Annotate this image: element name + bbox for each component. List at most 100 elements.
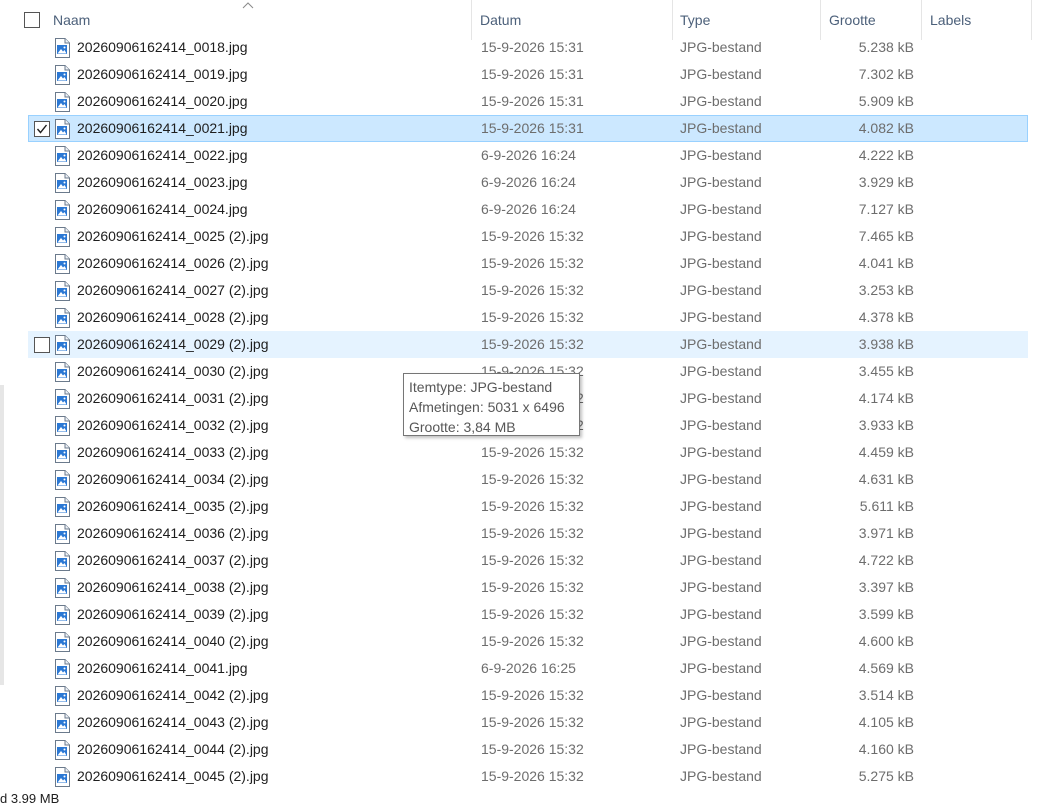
file-name[interactable]: 20260906162414_0028 (2).jpg bbox=[77, 305, 269, 330]
file-size: 3.938 kB bbox=[858, 336, 914, 352]
file-name[interactable]: 20260906162414_0042 (2).jpg bbox=[77, 683, 269, 708]
file-size: 5.275 kB bbox=[858, 768, 914, 784]
file-row[interactable]: 20260906162414_0026 (2).jpg 15-9-2026 15:… bbox=[28, 250, 1028, 277]
file-type: JPG-bestand bbox=[680, 444, 762, 460]
file-row[interactable]: 20260906162414_0045 (2).jpg 15-9-2026 15:… bbox=[28, 763, 1028, 790]
file-name[interactable]: 20260906162414_0045 (2).jpg bbox=[77, 764, 269, 789]
jpg-file-icon bbox=[54, 713, 71, 733]
file-row[interactable]: 20260906162414_0039 (2).jpg 15-9-2026 15:… bbox=[28, 601, 1028, 628]
file-date: 15-9-2026 15:32 bbox=[481, 498, 584, 514]
tooltip-itemtype: Itemtype: JPG-bestand bbox=[409, 379, 553, 395]
file-row[interactable]: 20260906162414_0038 (2).jpg 15-9-2026 15:… bbox=[28, 574, 1028, 601]
file-size: 5.909 kB bbox=[858, 93, 914, 109]
jpg-file-icon bbox=[54, 578, 71, 598]
file-name[interactable]: 20260906162414_0029 (2).jpg bbox=[77, 332, 269, 357]
file-row[interactable]: 20260906162414_0022.jpg 6-9-2026 16:24 JPG… bbox=[28, 142, 1028, 169]
row-checkbox[interactable] bbox=[34, 337, 50, 353]
file-date: 15-9-2026 15:32 bbox=[481, 309, 584, 325]
file-row[interactable]: 20260906162414_0036 (2).jpg 15-9-2026 15:… bbox=[28, 520, 1028, 547]
row-checkbox[interactable] bbox=[34, 121, 50, 137]
file-row[interactable]: 20260906162414_0037 (2).jpg 15-9-2026 15:… bbox=[28, 547, 1028, 574]
file-date: 15-9-2026 15:31 bbox=[481, 93, 584, 109]
file-row[interactable]: 20260906162414_0029 (2).jpg 15-9-2026 15:… bbox=[28, 331, 1028, 358]
file-type: JPG-bestand bbox=[680, 147, 762, 163]
file-date: 15-9-2026 15:32 bbox=[481, 255, 584, 271]
file-type: JPG-bestand bbox=[680, 363, 762, 379]
file-name[interactable]: 20260906162414_0037 (2).jpg bbox=[77, 548, 269, 573]
file-name[interactable]: 20260906162414_0038 (2).jpg bbox=[77, 575, 269, 600]
file-type: JPG-bestand bbox=[680, 498, 762, 514]
file-name[interactable]: 20260906162414_0035 (2).jpg bbox=[77, 494, 269, 519]
file-name[interactable]: 20260906162414_0027 (2).jpg bbox=[77, 278, 269, 303]
file-name[interactable]: 20260906162414_0021.jpg bbox=[77, 116, 248, 141]
file-name[interactable]: 20260906162414_0031 (2).jpg bbox=[77, 386, 269, 411]
file-row[interactable]: 20260906162414_0035 (2).jpg 15-9-2026 15:… bbox=[28, 493, 1028, 520]
jpg-file-icon bbox=[54, 254, 71, 274]
file-row[interactable]: 20260906162414_0043 (2).jpg 15-9-2026 15:… bbox=[28, 709, 1028, 736]
file-name[interactable]: 20260906162414_0039 (2).jpg bbox=[77, 602, 269, 627]
file-name[interactable]: 20260906162414_0018.jpg bbox=[77, 35, 248, 60]
file-type: JPG-bestand bbox=[680, 471, 762, 487]
file-row[interactable]: 20260906162414_0020.jpg 15-9-2026 15:31 JP… bbox=[28, 88, 1028, 115]
file-size: 7.302 kB bbox=[858, 66, 914, 82]
file-row[interactable]: 20260906162414_0019.jpg 15-9-2026 15:31 JP… bbox=[28, 61, 1028, 88]
file-row[interactable]: 20260906162414_0028 (2).jpg 15-9-2026 15:… bbox=[28, 304, 1028, 331]
jpg-file-icon bbox=[54, 740, 71, 760]
file-name[interactable]: 20260906162414_0043 (2).jpg bbox=[77, 710, 269, 735]
file-size: 4.722 kB bbox=[858, 552, 914, 568]
file-size: 4.222 kB bbox=[858, 147, 914, 163]
file-name[interactable]: 20260906162414_0036 (2).jpg bbox=[77, 521, 269, 546]
jpg-file-icon bbox=[54, 470, 71, 490]
file-row[interactable]: 20260906162414_0025 (2).jpg 15-9-2026 15:… bbox=[28, 223, 1028, 250]
file-row[interactable]: 20260906162414_0044 (2).jpg 15-9-2026 15:… bbox=[28, 736, 1028, 763]
file-name[interactable]: 20260906162414_0032 (2).jpg bbox=[77, 413, 269, 438]
file-size: 4.378 kB bbox=[858, 309, 914, 325]
jpg-file-icon bbox=[54, 632, 71, 652]
file-row[interactable]: 20260906162414_0041.jpg 6-9-2026 16:25 JPG… bbox=[28, 655, 1028, 682]
file-row[interactable]: 20260906162414_0040 (2).jpg 15-9-2026 15:… bbox=[28, 628, 1028, 655]
file-name[interactable]: 20260906162414_0026 (2).jpg bbox=[77, 251, 269, 276]
file-row[interactable]: 20260906162414_0024.jpg 6-9-2026 16:24 JPG… bbox=[28, 196, 1028, 223]
file-name[interactable]: 20260906162414_0033 (2).jpg bbox=[77, 440, 269, 465]
file-name[interactable]: 20260906162414_0034 (2).jpg bbox=[77, 467, 269, 492]
jpg-file-icon bbox=[54, 497, 71, 517]
sort-ascending-icon[interactable] bbox=[241, 0, 255, 10]
jpg-file-icon bbox=[54, 281, 71, 301]
file-row[interactable]: 20260906162414_0034 (2).jpg 15-9-2026 15:… bbox=[28, 466, 1028, 493]
file-name[interactable]: 20260906162414_0025 (2).jpg bbox=[77, 224, 269, 249]
jpg-file-icon bbox=[54, 173, 71, 193]
jpg-file-icon bbox=[54, 38, 71, 58]
file-name[interactable]: 20260906162414_0019.jpg bbox=[77, 62, 248, 87]
file-name[interactable]: 20260906162414_0020.jpg bbox=[77, 89, 248, 114]
file-name[interactable]: 20260906162414_0030 (2).jpg bbox=[77, 359, 269, 384]
file-name[interactable]: 20260906162414_0023.jpg bbox=[77, 170, 248, 195]
file-date: 15-9-2026 15:32 bbox=[481, 633, 584, 649]
file-date: 15-9-2026 15:32 bbox=[481, 579, 584, 595]
file-row[interactable]: 20260906162414_0042 (2).jpg 15-9-2026 15:… bbox=[28, 682, 1028, 709]
file-name[interactable]: 20260906162414_0022.jpg bbox=[77, 143, 248, 168]
file-name[interactable]: 20260906162414_0041.jpg bbox=[77, 656, 248, 681]
jpg-file-icon bbox=[54, 119, 71, 139]
jpg-file-icon bbox=[54, 200, 71, 220]
jpg-file-icon bbox=[54, 92, 71, 112]
file-name[interactable]: 20260906162414_0044 (2).jpg bbox=[77, 737, 269, 762]
file-row[interactable]: 20260906162414_0027 (2).jpg 15-9-2026 15:… bbox=[28, 277, 1028, 304]
file-date: 15-9-2026 15:32 bbox=[481, 228, 584, 244]
file-name[interactable]: 20260906162414_0040 (2).jpg bbox=[77, 629, 269, 654]
file-row[interactable]: 20260906162414_0023.jpg 6-9-2026 16:24 JPG… bbox=[28, 169, 1028, 196]
file-size: 3.971 kB bbox=[858, 525, 914, 541]
column-divider[interactable] bbox=[1031, 0, 1032, 40]
file-row[interactable]: 20260906162414_0033 (2).jpg 15-9-2026 15:… bbox=[28, 439, 1028, 466]
file-type: JPG-bestand bbox=[680, 633, 762, 649]
file-row[interactable]: 20260906162414_0021.jpg 15-9-2026 15:31 JP… bbox=[28, 115, 1028, 142]
file-type: JPG-bestand bbox=[680, 336, 762, 352]
file-row[interactable]: 20260906162414_0018.jpg 15-9-2026 15:31 JP… bbox=[28, 34, 1028, 61]
file-date: 6-9-2026 16:24 bbox=[481, 201, 576, 217]
file-date: 15-9-2026 15:32 bbox=[481, 768, 584, 784]
file-name[interactable]: 20260906162414_0024.jpg bbox=[77, 197, 248, 222]
jpg-file-icon bbox=[54, 335, 71, 355]
jpg-file-icon bbox=[54, 524, 71, 544]
file-type: JPG-bestand bbox=[680, 606, 762, 622]
select-all-checkbox[interactable] bbox=[24, 12, 40, 28]
file-date: 15-9-2026 15:32 bbox=[481, 714, 584, 730]
